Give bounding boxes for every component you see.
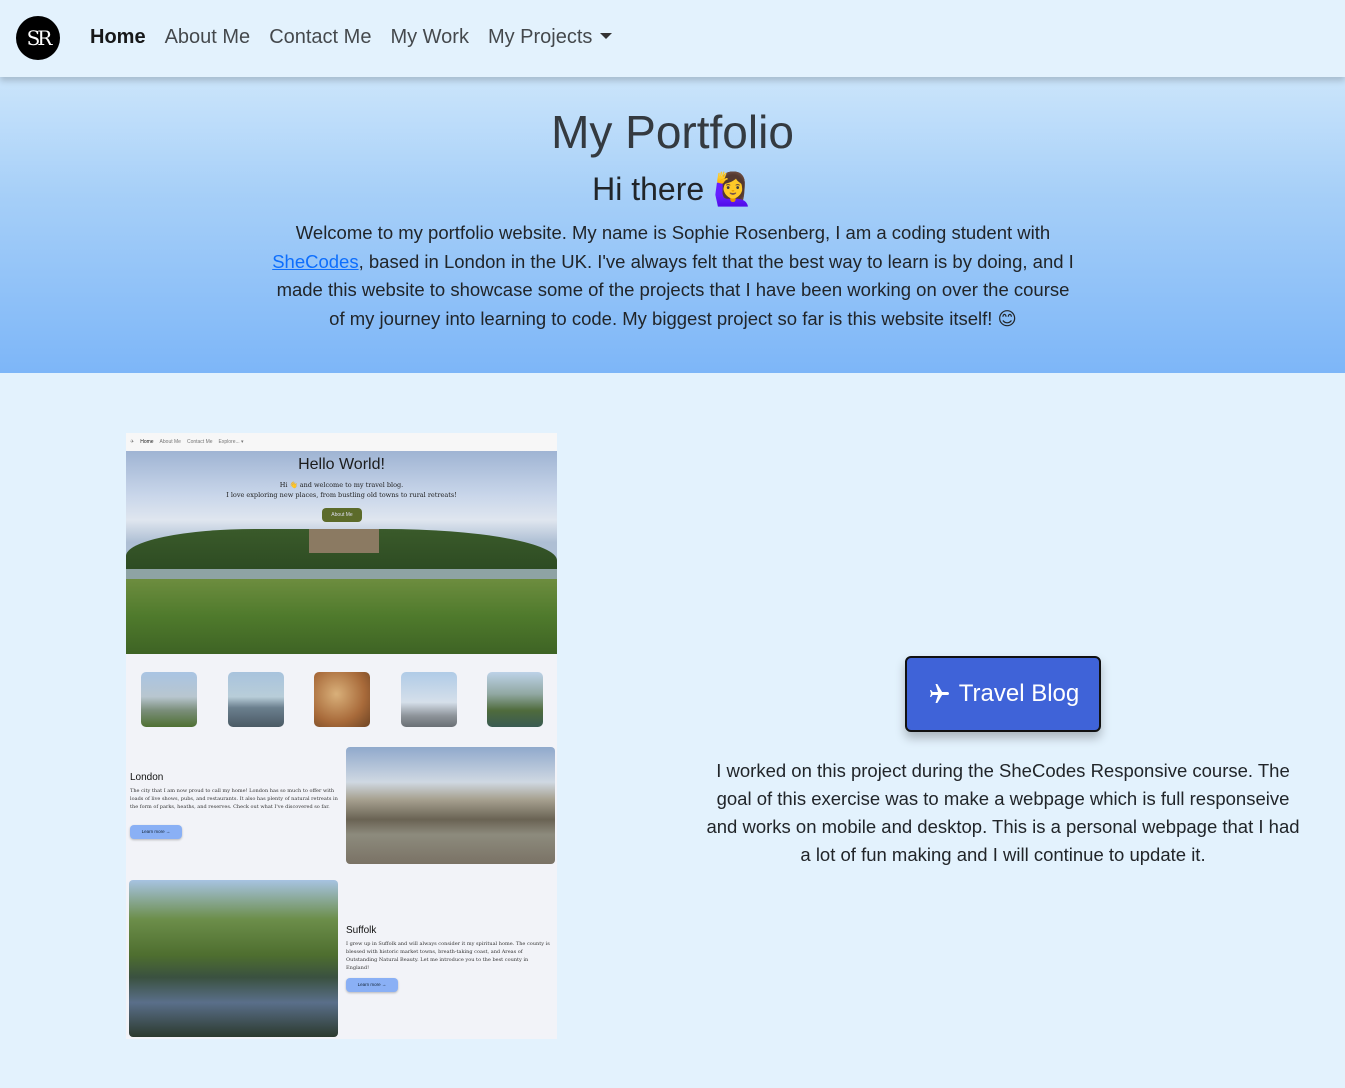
preview-thumbnail <box>314 672 370 727</box>
preview-navbar: ✈ Home About Me Contact Me Explore... ▾ <box>126 433 557 451</box>
travel-blog-button[interactable]: Travel Blog <box>905 656 1101 732</box>
preview-grass <box>126 579 557 654</box>
preview-suffolk-title: Suffolk <box>346 925 377 936</box>
nav-link-contact-me[interactable]: Contact Me <box>269 26 371 49</box>
nav-link-home[interactable]: Home <box>90 26 146 49</box>
preview-hero-image: Hello World! Hi 👋 and welcome to my trav… <box>126 451 557 654</box>
preview-subtitle-line2: I love exploring new places, from bustli… <box>226 491 457 499</box>
intro-text-start: Welcome to my portfolio website. My name… <box>295 222 1051 243</box>
preview-london-title: London <box>130 772 164 783</box>
preview-title: Hello World! <box>298 456 385 473</box>
preview-thumbnail <box>487 672 543 727</box>
preview-subtitle-line1: Hi 👋 and welcome to my travel blog. <box>279 481 404 489</box>
preview-nav-home: Home <box>140 439 154 445</box>
preview-thumbnail <box>141 672 197 727</box>
travel-blog-button-label: Travel Blog <box>958 680 1080 707</box>
preview-nav-about: About Me <box>159 439 181 445</box>
shecodes-link[interactable]: SheCodes <box>272 251 358 272</box>
preview-nav-contact: Contact Me <box>186 439 213 445</box>
greeting-heading: Hi there 🙋‍♀️ <box>592 171 753 207</box>
airplane-icon <box>929 684 949 703</box>
logo[interactable]: SR <box>16 16 60 60</box>
preview-about-button: About Me <box>322 508 362 522</box>
preview-thumbnail <box>400 672 457 727</box>
preview-nav-explore: Explore... ▾ <box>218 439 244 445</box>
caret-down-icon <box>600 33 613 39</box>
hero-header: My Portfolio Hi there 🙋‍♀️ Welcome to my… <box>0 77 1345 373</box>
project-description: I worked on this project during the SheC… <box>706 760 1300 865</box>
nav-link-my-work[interactable]: My Work <box>390 26 469 49</box>
preview-london-image <box>346 747 555 864</box>
preview-suffolk-image <box>129 880 338 1037</box>
preview-suffolk-button: Learn more → <box>346 978 398 992</box>
page-title: My Portfolio <box>551 106 794 158</box>
preview-thumbnails <box>141 672 543 727</box>
preview-suffolk-text: I grew up in Suffolk and will always con… <box>346 941 550 971</box>
nav-dropdown-label: My Projects <box>487 26 593 48</box>
nav-links: Home About Me Contact Me My Work My Proj… <box>90 26 613 49</box>
preview-subtitle: Hi 👋 and welcome to my travel blog. I lo… <box>126 480 557 500</box>
preview-plane-icon: ✈ <box>130 439 135 445</box>
preview-castle <box>309 529 379 553</box>
travel-blog-screenshot[interactable]: ✈ Home About Me Contact Me Explore... ▾ … <box>126 433 557 1039</box>
intro-paragraph: Welcome to my portfolio website. My name… <box>268 219 1078 333</box>
nav-link-about-me[interactable]: About Me <box>165 26 251 49</box>
preview-thumbnail <box>227 672 284 727</box>
intro-text-end: , based in London in the UK. I've always… <box>276 250 1074 329</box>
preview-london-button: Learn more → <box>130 825 182 839</box>
navbar: SR Home About Me Contact Me My Work My P… <box>0 0 1345 77</box>
preview-london-text: The city that I am now proud to call my … <box>130 788 338 810</box>
nav-dropdown-my-projects[interactable]: My Projects <box>487 26 613 49</box>
